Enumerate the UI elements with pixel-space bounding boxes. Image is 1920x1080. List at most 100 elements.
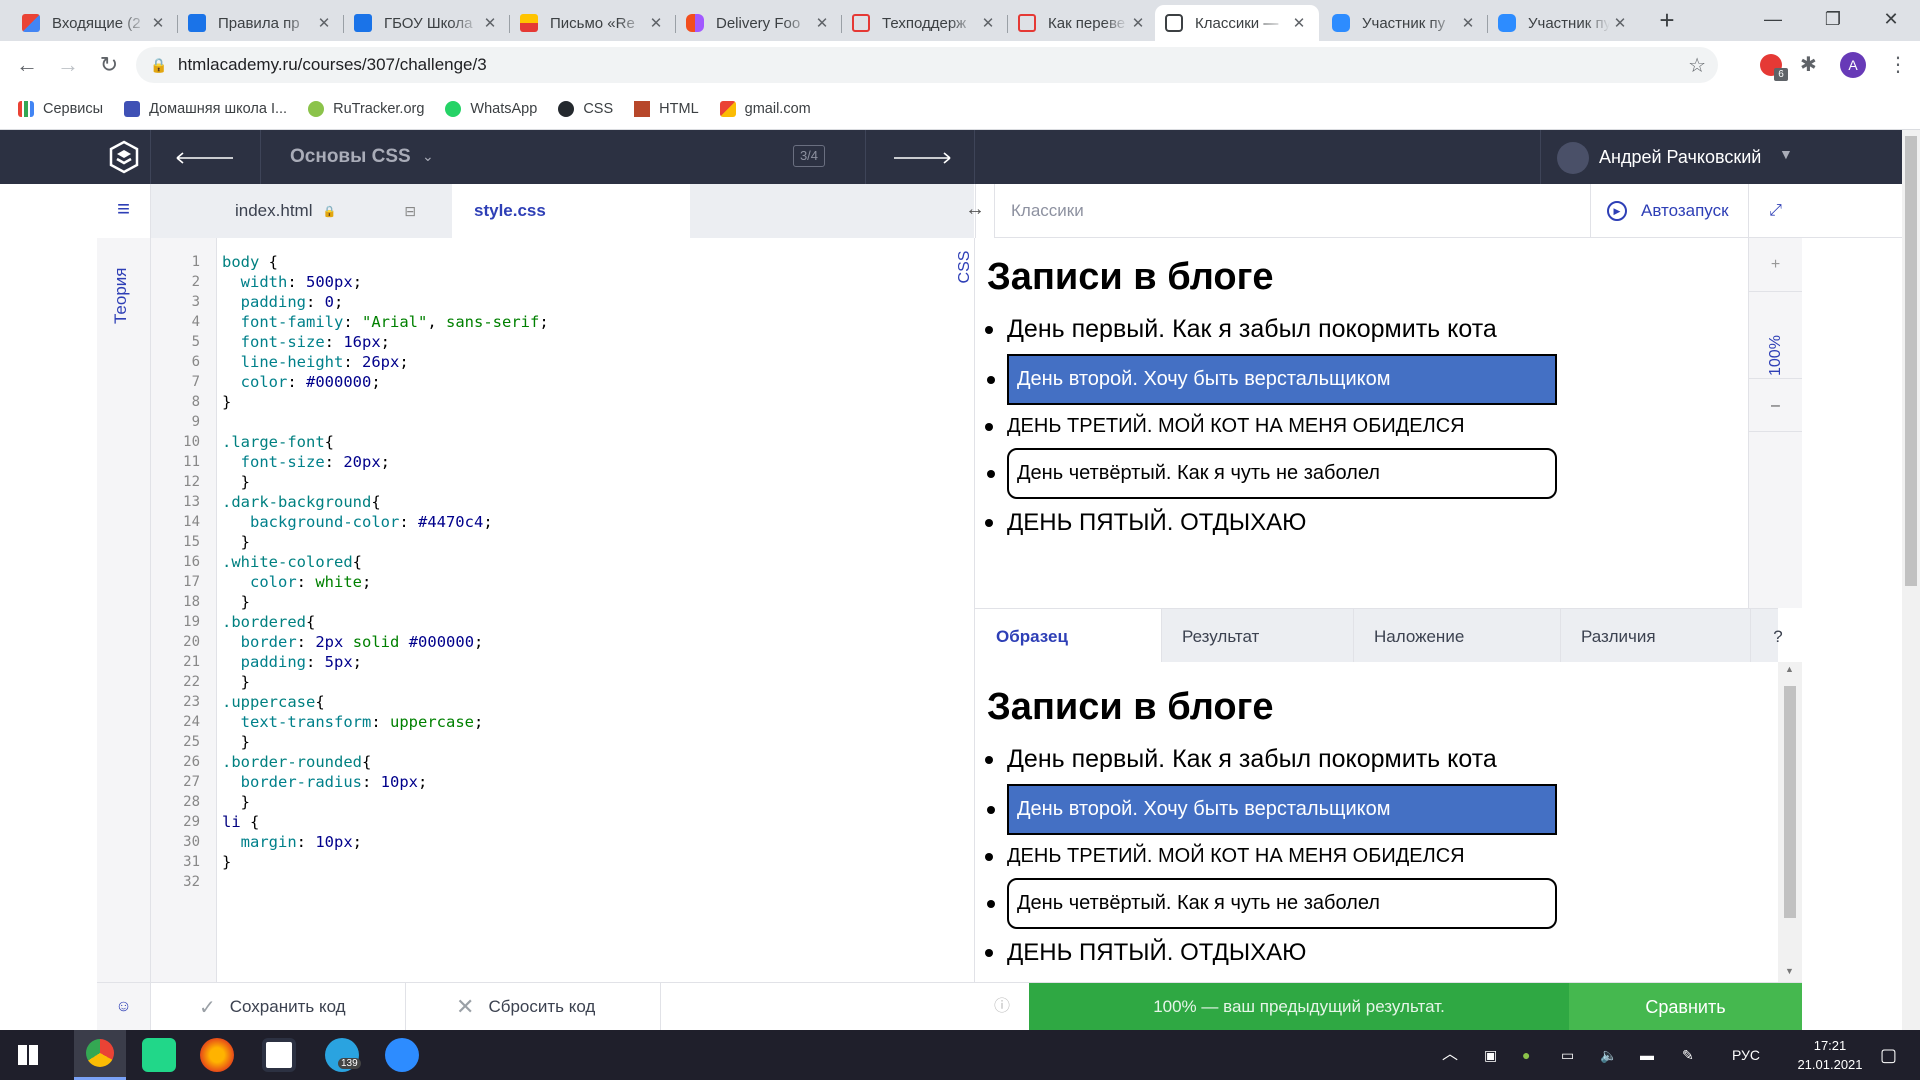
close-icon[interactable]: ✕ [978,14,998,32]
code-line[interactable]: border: 2px solid #000000; [222,632,484,652]
clock[interactable]: 17:21 21.01.2021 [1796,1036,1864,1074]
bookmark-item[interactable]: WhatsApp [445,101,537,117]
bookmark-item[interactable]: gmail.com [719,101,811,117]
code-line[interactable]: } [222,852,231,872]
code-line[interactable]: padding: 0; [222,292,344,312]
code-line[interactable]: padding: 5px; [222,652,362,672]
code-line[interactable]: .uppercase{ [222,692,325,712]
code-line[interactable]: font-family: "Arial", sans-serif; [222,312,549,332]
windows-start-icon[interactable] [18,1045,38,1065]
tab-diff[interactable]: Различия [1561,609,1751,662]
fullscreen-icon[interactable]: ⤢ [1748,184,1802,238]
tray-device-icon[interactable]: ▣ [1484,1030,1497,1080]
bookmark-star-icon[interactable]: ☆ [1688,53,1706,78]
feedback-icon[interactable]: ☺ [97,983,151,1031]
code-line[interactable]: .white-colored{ [222,552,362,572]
puzzle-icon[interactable]: ✱ [1800,52,1817,77]
code-line[interactable]: body { [222,252,278,272]
bookmark-item[interactable]: HTML [634,101,699,117]
app-icon[interactable] [262,1038,296,1072]
code-line[interactable]: .border-rounded{ [222,752,371,772]
code-line[interactable]: line-height: 26px; [222,352,409,372]
tab-sample[interactable]: Образец [975,609,1162,662]
reload-button[interactable]: ↻ [94,50,124,80]
save-code-button[interactable]: ✓ Сохранить код [151,983,406,1031]
zoom-in-button[interactable]: + [1749,238,1802,292]
browser-tab[interactable]: Письмо «Re ✕ [510,5,676,41]
compare-button[interactable]: Сравнить [1569,983,1802,1031]
browser-tab[interactable]: Участник пу ✕ [1322,5,1488,41]
browser-tab[interactable]: Входящие (2 ✕ [12,5,178,41]
code-line[interactable]: } [222,592,250,612]
close-icon[interactable]: ✕ [148,14,168,32]
tray-chevron-icon[interactable]: ︿ [1442,1030,1458,1080]
tray-screen-icon[interactable]: ▭ [1561,1030,1574,1080]
code-line[interactable]: } [222,392,231,412]
close-icon[interactable]: ✕ [314,14,334,32]
minimize-button[interactable]: — [1742,0,1804,38]
tab-overlay[interactable]: Наложение [1354,609,1561,662]
info-icon[interactable]: ⓘ [975,983,1029,1031]
bookmark-item[interactable]: CSS [558,101,613,117]
code-editor[interactable]: 1 2 3 4 5 6 7 8 9 10 11 12 13 14 15 16 17 18 19 20 21 22 23 24 2… [151,238,975,982]
battery-icon[interactable]: ▬ [1640,1030,1654,1080]
url-bar[interactable]: 🔒 htmlacademy.ru/courses/307/challenge/3… [136,47,1718,83]
close-icon[interactable]: ✕ [812,14,832,32]
window-close-button[interactable]: ✕ [1860,0,1920,38]
browser-tab[interactable]: Правила пр ✕ [178,5,344,41]
next-step-button[interactable] [865,130,975,184]
help-button[interactable]: ? [1751,609,1805,662]
scrollbar-thumb[interactable] [1784,686,1796,918]
firefox-icon[interactable] [200,1038,234,1072]
new-tab-button[interactable]: + [1652,6,1682,36]
bookmark-item[interactable]: Сервисы [18,101,103,117]
browser-tab[interactable]: Техподдерж ✕ [842,5,1008,41]
code-line[interactable]: text-transform: uppercase; [222,712,484,732]
pen-icon[interactable]: ✎ [1682,1030,1694,1080]
scrollbar-thumb[interactable] [1905,136,1917,586]
code-line[interactable]: font-size: 20px; [222,452,390,472]
page-scrollbar[interactable] [1902,130,1920,1030]
code-line[interactable]: } [222,792,250,812]
browser-tab[interactable]: ГБОУ Школа ✕ [344,5,510,41]
code-line[interactable]: li { [222,812,259,832]
bookmark-item[interactable]: Домашняя школа I... [124,101,287,117]
reset-code-button[interactable]: ✕ Сбросить код [406,983,661,1031]
close-icon[interactable]: ✕ [646,14,666,32]
code-line[interactable]: background-color: #4470c4; [222,512,493,532]
scroll-up-icon[interactable]: ▲ [1785,664,1794,674]
chevron-down-icon[interactable]: ⌄ [422,148,434,165]
browser-tab[interactable]: Как переве ✕ [1008,5,1158,41]
code-line[interactable]: } [222,732,250,752]
code-line[interactable]: .dark-background{ [222,492,381,512]
course-title[interactable]: Основы CSS [290,146,411,168]
code-line[interactable]: } [222,532,250,552]
code-line[interactable]: width: 500px; [222,272,362,292]
code-line[interactable]: font-size: 16px; [222,332,390,352]
prev-step-button[interactable] [151,130,261,184]
resize-arrows-icon[interactable]: ↔ [958,198,992,221]
autorun-button[interactable]: ▶ Автозапуск [1590,184,1750,238]
user-menu[interactable]: Андрей Рачковский ▼ [1540,130,1793,184]
volume-icon[interactable]: 🔈 [1600,1030,1617,1080]
maximize-button[interactable]: ❐ [1802,0,1864,38]
zoom-out-button[interactable]: – [1749,378,1802,432]
code-line[interactable]: } [222,672,250,692]
pycharm-icon[interactable] [142,1038,176,1072]
tab-result[interactable]: Результат [1162,609,1354,662]
code-line[interactable]: } [222,472,250,492]
chrome-taskbar-button[interactable] [74,1030,126,1080]
close-icon[interactable]: ✕ [1610,14,1630,32]
close-icon[interactable]: ✕ [480,14,500,32]
htmlacademy-logo-icon[interactable] [108,140,140,174]
tab-style-css[interactable]: style.css [452,184,690,238]
close-icon[interactable]: ✕ [1289,14,1309,32]
code-line[interactable]: .bordered{ [222,612,315,632]
zoom-app-icon[interactable] [385,1038,419,1072]
code-line[interactable]: border-radius: 10px; [222,772,428,792]
profile-avatar[interactable]: A [1840,52,1866,78]
sample-scrollbar[interactable]: ▲ ▼ [1778,662,1802,982]
input-language[interactable]: РУС [1732,1030,1760,1080]
scroll-down-icon[interactable]: ▼ [1785,966,1794,976]
browser-tab[interactable]: Участник пу ✕ [1488,5,1640,41]
